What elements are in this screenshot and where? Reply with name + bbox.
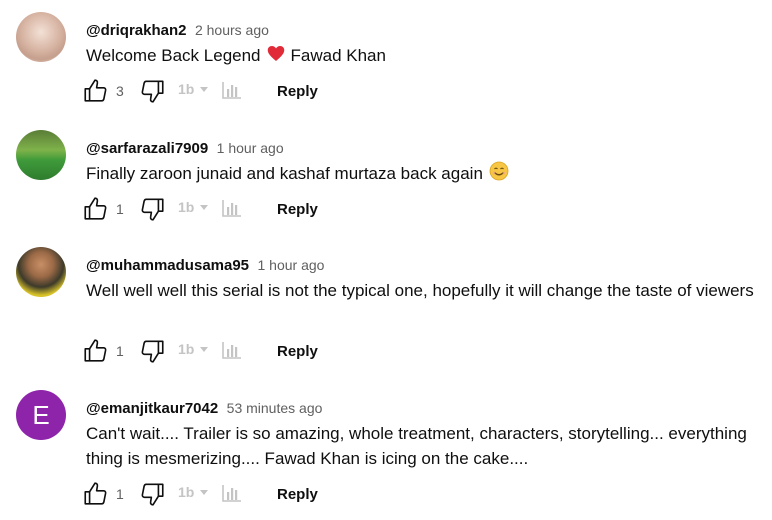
- comment-text-part: Fawad Khan: [290, 46, 386, 65]
- comment-author[interactable]: @sarfarazali7909: [86, 140, 208, 157]
- dislike-button[interactable]: [140, 78, 166, 109]
- dislike-button[interactable]: [140, 196, 166, 227]
- like-count: 1: [116, 343, 124, 359]
- svg-text:1b: 1b: [178, 199, 194, 215]
- comment-header: @driqrakhan2 2 hours ago: [86, 22, 269, 42]
- comment-time[interactable]: 1 hour ago: [257, 257, 324, 273]
- comment-actions: 1 1b Reply: [82, 196, 382, 224]
- comments-list: @driqrakhan2 2 hours ago Welcome Back Le…: [0, 0, 772, 520]
- dislike-button[interactable]: [140, 338, 166, 369]
- comment-text: Can't wait.... Trailer is so amazing, wh…: [86, 421, 766, 471]
- analytics-icon[interactable]: [222, 81, 242, 104]
- like-count: 1: [116, 201, 124, 217]
- comment-actions: 1 1b Reply: [82, 338, 382, 366]
- comment-author[interactable]: @emanjitkaur7042: [86, 400, 218, 417]
- reply-button[interactable]: Reply: [277, 201, 318, 218]
- red-heart-icon: [267, 44, 285, 69]
- analytics-icon[interactable]: [222, 199, 242, 222]
- analytics-icon[interactable]: [222, 341, 242, 364]
- svg-text:1b: 1b: [178, 341, 194, 357]
- comment-header: @sarfarazali7909 1 hour ago: [86, 140, 284, 160]
- reply-button[interactable]: Reply: [277, 83, 318, 100]
- translate-icon[interactable]: 1b: [178, 198, 212, 223]
- comment-author[interactable]: @muhammadusama95: [86, 257, 249, 274]
- comment-text-part: Finally zaroon junaid and kashaf murtaza…: [86, 164, 483, 183]
- comment-text: Finally zaroon junaid and kashaf murtaza…: [86, 161, 766, 188]
- comment-header: @muhammadusama95 1 hour ago: [86, 257, 324, 277]
- avatar[interactable]: [16, 130, 66, 180]
- dislike-button[interactable]: [140, 481, 166, 512]
- comment-author[interactable]: @driqrakhan2: [86, 22, 187, 39]
- translate-icon[interactable]: 1b: [178, 483, 212, 508]
- like-count: 3: [116, 83, 124, 99]
- comment-text-part: Welcome Back Legend: [86, 46, 261, 65]
- avatar[interactable]: [16, 247, 66, 297]
- comment-time[interactable]: 2 hours ago: [195, 22, 269, 38]
- like-button[interactable]: [82, 196, 108, 227]
- comment-time[interactable]: 53 minutes ago: [227, 400, 323, 416]
- comment-text: Well well well this serial is not the ty…: [86, 278, 766, 303]
- reply-button[interactable]: Reply: [277, 343, 318, 360]
- comment-header: @emanjitkaur7042 53 minutes ago: [86, 400, 322, 420]
- comment-text: Welcome Back Legend Fawad Khan: [86, 43, 766, 69]
- svg-text:1b: 1b: [178, 484, 194, 500]
- comment-actions: 3 1b Reply: [82, 78, 382, 106]
- smiling-face-icon: [489, 161, 509, 188]
- comment-actions: 1 1b Reply: [82, 481, 382, 509]
- svg-text:1b: 1b: [178, 81, 194, 97]
- translate-icon[interactable]: 1b: [178, 80, 212, 105]
- comment-time[interactable]: 1 hour ago: [217, 140, 284, 156]
- like-button[interactable]: [82, 481, 108, 512]
- reply-button[interactable]: Reply: [277, 486, 318, 503]
- comment-text-part: Can't wait.... Trailer is so amazing, wh…: [86, 424, 747, 468]
- comment-text-part: Well well well this serial is not the ty…: [86, 281, 754, 300]
- analytics-icon[interactable]: [222, 484, 242, 507]
- translate-icon[interactable]: 1b: [178, 340, 212, 365]
- avatar[interactable]: E: [16, 390, 66, 440]
- avatar[interactable]: [16, 12, 66, 62]
- like-button[interactable]: [82, 338, 108, 369]
- like-count: 1: [116, 486, 124, 502]
- like-button[interactable]: [82, 78, 108, 109]
